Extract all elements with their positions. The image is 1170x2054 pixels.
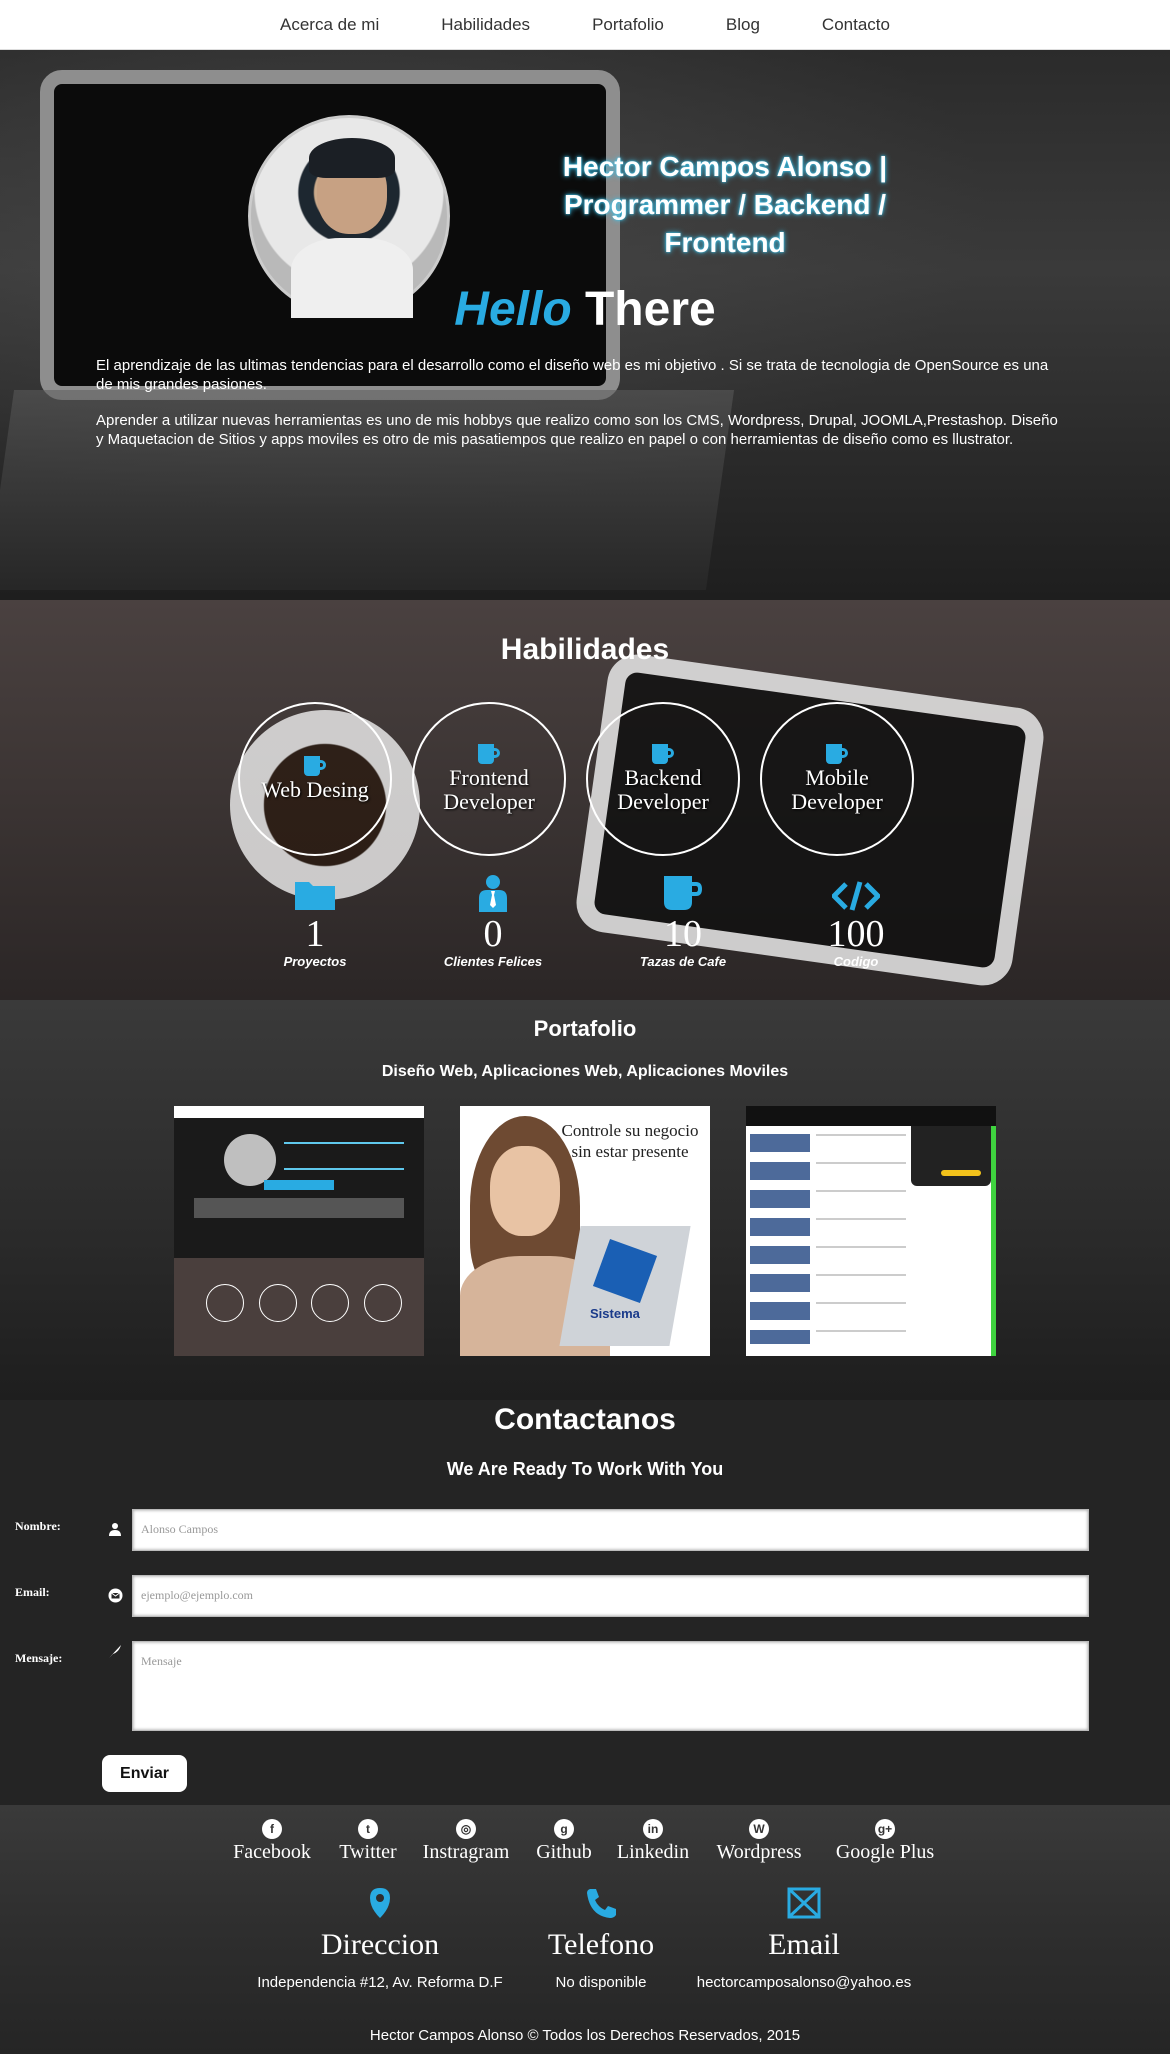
portfolio-thumb-sistema[interactable]: Controle su negocio sin estar presente S… xyxy=(460,1106,710,1356)
thumb-tagline: Controle su negocio sin estar presente xyxy=(561,1121,699,1161)
portfolio-title: Portafolio xyxy=(533,1016,637,1041)
copyright: Hector Campos Alonso © Todos los Derecho… xyxy=(369,2027,801,2044)
nav-portafolio[interactable]: Portafolio xyxy=(592,15,664,35)
social-instagram[interactable]: ◎ Instragram xyxy=(418,1819,514,1864)
coffee-cup-icon xyxy=(478,744,500,764)
stat-caption: Proyectos xyxy=(283,954,347,969)
social-label: Instragram xyxy=(422,1841,510,1863)
skill-label: Mobile Developer xyxy=(791,765,883,814)
social-github[interactable]: g Github xyxy=(532,1819,596,1864)
quill-icon xyxy=(107,1643,123,1659)
social-linkedin[interactable]: in Linkedin xyxy=(612,1819,694,1864)
facebook-icon: f xyxy=(262,1819,282,1839)
github-icon: g xyxy=(554,1819,574,1839)
social-label: Facebook xyxy=(233,1841,311,1863)
stat-number: 1 xyxy=(305,913,325,955)
wordpress-icon: W xyxy=(749,1819,769,1839)
hello-heading: Hello There xyxy=(0,282,1170,337)
thumb-brand: Sistema xyxy=(590,1306,640,1321)
portfolio-section: Portafolio Diseño Web, Aplicaciones Web,… xyxy=(0,1000,1170,1400)
stat-caption: Codigo xyxy=(833,954,879,969)
nav-acerca[interactable]: Acerca de mi xyxy=(280,15,379,35)
info-email: Email hectorcamposalonso@yahoo.es xyxy=(674,1887,934,1991)
skills-section: Habilidades Web Desing Frontend Develope… xyxy=(0,600,1170,1000)
social-facebook[interactable]: f Facebook xyxy=(228,1819,316,1864)
map-pin-icon xyxy=(370,1888,390,1918)
stat-clientes: 0 Clientes Felices xyxy=(413,875,573,969)
user-icon xyxy=(107,1522,123,1538)
social-label: Google Plus xyxy=(835,1841,935,1863)
nav-habilidades[interactable]: Habilidades xyxy=(441,15,530,35)
instagram-icon: ◎ xyxy=(456,1819,476,1839)
email-at-icon xyxy=(107,1588,123,1604)
social-twitter[interactable]: t Twitter xyxy=(334,1819,402,1864)
name-label: Nombre: xyxy=(15,1519,61,1533)
social-label: Github xyxy=(536,1841,592,1863)
hello-word: Hello xyxy=(454,283,572,336)
hero-section: Hector Campos Alonso | Programmer / Back… xyxy=(0,50,1170,600)
twitter-icon: t xyxy=(358,1819,378,1839)
social-label: Twitter xyxy=(339,1841,397,1863)
hero-title: Hector Campos Alonso | Programmer / Back… xyxy=(562,151,888,258)
coffee-cup-icon xyxy=(652,744,674,764)
there-word: There xyxy=(584,283,716,336)
social-label: Linkedin xyxy=(616,1841,690,1863)
skill-circle-mobile: Mobile Developer xyxy=(760,702,914,856)
skill-label: Web Desing xyxy=(261,777,369,802)
top-nav: Acerca de mi Habilidades Portafolio Blog… xyxy=(0,0,1170,50)
linkedin-icon: in xyxy=(643,1819,663,1839)
skill-label: Frontend Developer xyxy=(443,765,535,814)
footer-section: f Facebook t Twitter ◎ Instragram g Gith… xyxy=(0,1805,1170,2054)
stat-codigo: 100 Codigo xyxy=(776,876,936,969)
message-label: Mensaje: xyxy=(15,1651,63,1665)
contact-subtitle: We Are Ready To Work With You xyxy=(446,1459,724,1479)
envelope-icon xyxy=(787,1887,821,1919)
nav-blog[interactable]: Blog xyxy=(726,15,760,35)
send-button[interactable]: Enviar xyxy=(102,1755,187,1792)
coffee-cup-icon xyxy=(664,876,702,910)
phone-icon xyxy=(587,1889,616,1918)
stat-caption: Tazas de Cafe xyxy=(639,954,727,969)
info-value[interactable]: hectorcamposalonso@yahoo.es xyxy=(674,1974,934,1991)
email-field[interactable]: ejemplo@ejemplo.com xyxy=(132,1575,1089,1617)
portfolio-subtitle: Diseño Web, Aplicaciones Web, Aplicacion… xyxy=(381,1063,789,1080)
contact-title: Contactanos xyxy=(494,1403,676,1436)
stat-number: 100 xyxy=(827,913,885,955)
skill-circle-backend: Backend Developer xyxy=(586,702,740,856)
skill-circle-web-design: Web Desing xyxy=(238,702,392,856)
stat-number: 0 xyxy=(483,913,503,955)
stat-proyectos: 1 Proyectos xyxy=(235,876,395,969)
social-wordpress[interactable]: W Wordpress xyxy=(710,1819,808,1864)
social-google-plus[interactable]: g+ Google Plus xyxy=(826,1819,944,1864)
google-plus-icon: g+ xyxy=(875,1819,895,1839)
portfolio-thumb-website[interactable] xyxy=(174,1106,424,1356)
user-tie-icon xyxy=(479,875,507,912)
hero-paragraph-1: El aprendizaje de las ultimas tendencias… xyxy=(96,357,1049,393)
coffee-cup-icon xyxy=(826,744,848,764)
email-label: Email: xyxy=(15,1585,50,1599)
skill-circle-frontend: Frontend Developer xyxy=(412,702,566,856)
stat-caption: Clientes Felices xyxy=(443,954,543,969)
name-field[interactable]: Alonso Campos xyxy=(132,1509,1089,1551)
skill-label: Backend Developer xyxy=(617,765,709,814)
stat-tazas: 10 Tazas de Cafe xyxy=(603,876,763,969)
message-field[interactable]: Mensaje xyxy=(132,1641,1089,1731)
info-label: Email xyxy=(768,1928,840,1961)
folder-icon xyxy=(295,882,335,910)
nav-contacto[interactable]: Contacto xyxy=(822,15,890,35)
code-icon xyxy=(832,881,880,911)
social-label: Wordpress xyxy=(716,1841,802,1863)
skills-title: Habilidades xyxy=(500,633,670,666)
contact-section: Contactanos We Are Ready To Work With Yo… xyxy=(0,1400,1170,1805)
coffee-cup-icon xyxy=(304,756,326,776)
stat-number: 10 xyxy=(664,913,702,955)
portfolio-thumb-mobile-app[interactable] xyxy=(746,1106,996,1356)
hero-paragraph-2: Aprender a utilizar nuevas herramientas … xyxy=(96,412,1058,448)
